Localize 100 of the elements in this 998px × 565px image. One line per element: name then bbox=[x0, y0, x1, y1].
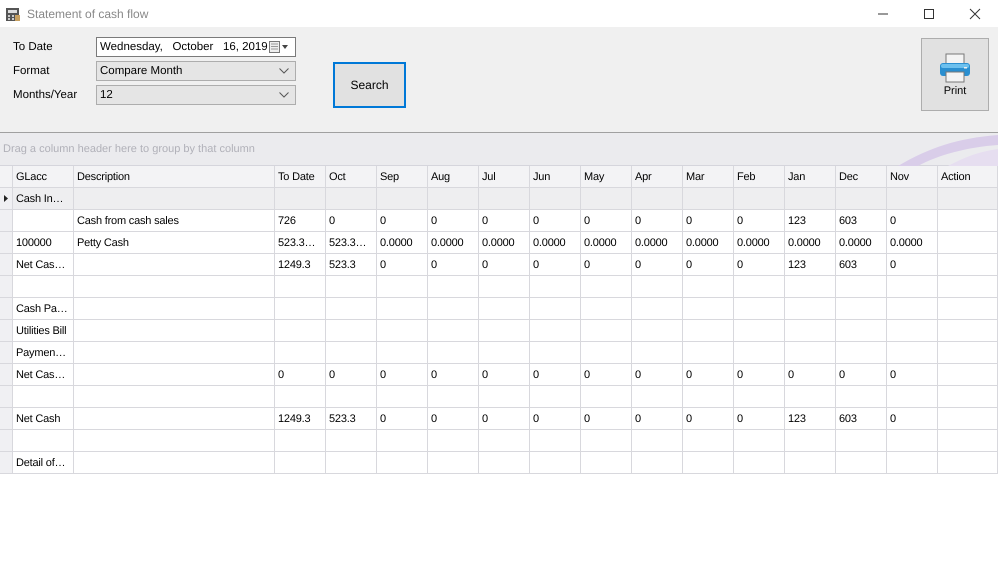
table-cell: Net Cas… bbox=[13, 364, 74, 385]
table-cell: 0 bbox=[887, 210, 938, 231]
table-cell: 0.0000 bbox=[887, 232, 938, 253]
table-cell: 0 bbox=[683, 210, 734, 231]
close-icon[interactable] bbox=[969, 8, 981, 20]
table-cell: 0 bbox=[275, 364, 326, 385]
table-cell: 523.3 bbox=[326, 408, 377, 429]
table-cell: 0 bbox=[377, 408, 428, 429]
table-cell: Cash Pa… bbox=[13, 298, 74, 319]
table-cell: 0 bbox=[734, 210, 785, 231]
table-cell: 523.3… bbox=[326, 232, 377, 253]
table-cell: 123 bbox=[785, 254, 836, 275]
table-cell: 0.0000 bbox=[530, 232, 581, 253]
table-cell: 0 bbox=[377, 254, 428, 275]
table-cell: 0 bbox=[683, 364, 734, 385]
table-cell: 0 bbox=[479, 210, 530, 231]
table-cell: 0 bbox=[530, 364, 581, 385]
table-cell: 0 bbox=[632, 210, 683, 231]
column-header[interactable]: Apr bbox=[632, 166, 683, 187]
column-header[interactable]: Jan bbox=[785, 166, 836, 187]
dropdown[interactable]: Compare Month bbox=[96, 61, 296, 81]
window-title: Statement of cash flow bbox=[27, 6, 148, 20]
table-cell: 0.0000 bbox=[632, 232, 683, 253]
chevron-down-icon bbox=[279, 92, 289, 98]
column-header[interactable]: Aug bbox=[428, 166, 479, 187]
dropdown[interactable]: 12 bbox=[96, 85, 296, 105]
table-cell: Petty Cash bbox=[74, 232, 275, 253]
calculator-icon bbox=[5, 6, 21, 22]
table-cell: 0 bbox=[530, 408, 581, 429]
table-cell: 0 bbox=[479, 364, 530, 385]
table-cell: 726 bbox=[275, 210, 326, 231]
printer-icon bbox=[939, 52, 971, 82]
field-label: Months/Year bbox=[13, 89, 78, 101]
table-cell: 0 bbox=[428, 210, 479, 231]
table-cell: 0 bbox=[632, 408, 683, 429]
table-cell: 0 bbox=[887, 408, 938, 429]
table-cell: 0.0000 bbox=[377, 232, 428, 253]
table-cell: 603 bbox=[836, 210, 887, 231]
table-cell: 0 bbox=[581, 364, 632, 385]
table-cell: 0 bbox=[683, 254, 734, 275]
table-cell: 0 bbox=[479, 408, 530, 429]
table-cell: 100000 bbox=[13, 232, 74, 253]
table-cell: 0 bbox=[530, 210, 581, 231]
table-cell: 0 bbox=[683, 408, 734, 429]
row-indicator-icon bbox=[4, 195, 8, 202]
column-header[interactable]: Jul bbox=[479, 166, 530, 187]
table-cell: 0 bbox=[734, 408, 785, 429]
table-cell: Utilities Bill bbox=[13, 320, 74, 341]
table-cell: 0 bbox=[581, 210, 632, 231]
table-cell: 0 bbox=[326, 210, 377, 231]
print-button[interactable]: Print bbox=[921, 38, 989, 111]
table-cell: 0 bbox=[479, 254, 530, 275]
table-cell: 0.0000 bbox=[479, 232, 530, 253]
table-cell: 0 bbox=[836, 364, 887, 385]
maximize-icon[interactable] bbox=[923, 8, 935, 20]
table-cell: 0 bbox=[887, 254, 938, 275]
chevron-down-icon bbox=[279, 68, 289, 74]
table-cell: 123 bbox=[785, 210, 836, 231]
table-cell: 523.3 bbox=[326, 254, 377, 275]
table-cell: 0 bbox=[428, 408, 479, 429]
search-button[interactable]: Search bbox=[333, 62, 406, 108]
table-cell: 0 bbox=[581, 408, 632, 429]
table-cell: 0 bbox=[326, 364, 377, 385]
date-picker[interactable]: Wednesday, October 16, 2019 bbox=[96, 37, 296, 57]
table-cell: 0 bbox=[785, 364, 836, 385]
calendar-icon bbox=[269, 41, 289, 53]
table-cell: 0 bbox=[428, 254, 479, 275]
table-cell: Detail of… bbox=[13, 452, 74, 473]
table-cell: 1249.3 bbox=[275, 408, 326, 429]
field-label: Format bbox=[13, 65, 50, 77]
table-cell: 0 bbox=[530, 254, 581, 275]
table-cell: 523.3… bbox=[275, 232, 326, 253]
table-cell: Cash from cash sales bbox=[74, 210, 275, 231]
table-cell: 0 bbox=[632, 254, 683, 275]
column-header[interactable]: Action bbox=[938, 166, 998, 187]
table-cell: 0 bbox=[734, 254, 785, 275]
table-cell: Cash In… bbox=[13, 188, 74, 209]
table-cell: 603 bbox=[836, 254, 887, 275]
table-cell: 0 bbox=[581, 254, 632, 275]
table-cell: 0.0000 bbox=[683, 232, 734, 253]
column-header[interactable]: Jun bbox=[530, 166, 581, 187]
table-cell: 123 bbox=[785, 408, 836, 429]
table-cell: 603 bbox=[836, 408, 887, 429]
table-cell: 0.0000 bbox=[581, 232, 632, 253]
table-cell: Net Cas… bbox=[13, 254, 74, 275]
table-cell: Paymen… bbox=[13, 342, 74, 363]
table-cell: 0 bbox=[632, 364, 683, 385]
table-cell: 0.0000 bbox=[836, 232, 887, 253]
table-cell: 0 bbox=[377, 364, 428, 385]
table-cell: 0.0000 bbox=[734, 232, 785, 253]
table-cell: 0 bbox=[887, 364, 938, 385]
table-cell: 0 bbox=[428, 364, 479, 385]
field-label: To Date bbox=[13, 41, 54, 53]
table-cell: Net Cash bbox=[13, 408, 74, 429]
table-cell: 0 bbox=[734, 364, 785, 385]
table-cell: 0 bbox=[377, 210, 428, 231]
table-cell: 1249.3 bbox=[275, 254, 326, 275]
column-header[interactable]: To Date bbox=[275, 166, 326, 187]
table-cell: 0.0000 bbox=[428, 232, 479, 253]
table-cell: 0.0000 bbox=[785, 232, 836, 253]
